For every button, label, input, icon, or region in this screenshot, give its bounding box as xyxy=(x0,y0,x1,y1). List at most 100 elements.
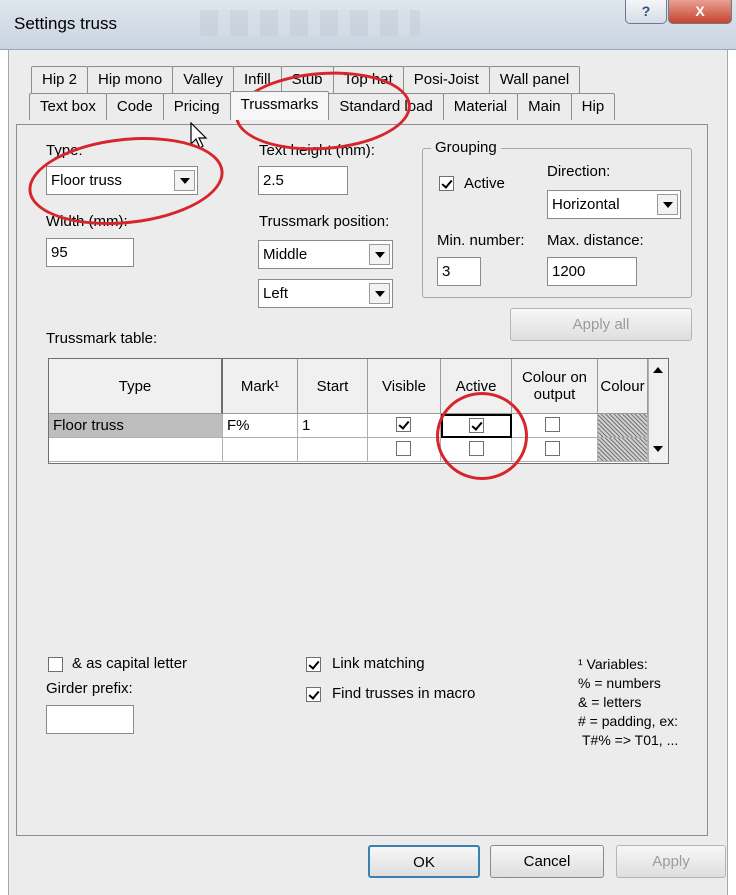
min-number-input[interactable]: 3 xyxy=(437,257,481,286)
row1-colour-on-output-checkbox[interactable] xyxy=(545,417,560,432)
grouping-legend: Grouping xyxy=(431,139,501,156)
alignment-select-value: Left xyxy=(263,285,289,302)
tab-valley[interactable]: Valley xyxy=(172,66,234,93)
table-cell-colour-on-output xyxy=(512,438,598,462)
text-height-label: Text height (mm): xyxy=(259,142,375,159)
row1-visible-checkbox[interactable] xyxy=(396,417,411,432)
tab-wall-panel[interactable]: Wall panel xyxy=(488,66,581,93)
direction-label: Direction: xyxy=(547,163,611,180)
direction-select-value: Horizontal xyxy=(552,196,620,213)
chevron-down-icon[interactable] xyxy=(174,170,195,191)
column-header-visible[interactable]: Visible xyxy=(368,359,441,414)
width-input[interactable]: 95 xyxy=(46,238,134,267)
row1-colour-swatch[interactable] xyxy=(598,414,648,438)
find-trusses-label: Find trusses in macro xyxy=(332,685,476,702)
table-cell-start[interactable]: 1 xyxy=(298,414,368,438)
apply-button[interactable]: Apply xyxy=(616,845,726,878)
chevron-down-icon[interactable] xyxy=(369,244,390,265)
tab-material[interactable]: Material xyxy=(442,93,519,120)
table-scrollbar[interactable] xyxy=(648,359,668,463)
max-distance-label: Max. distance: xyxy=(547,232,644,249)
variables-line-padding: # = padding, ex: xyxy=(578,713,679,729)
link-matching-label: Link matching xyxy=(332,655,425,672)
row2-active-checkbox[interactable] xyxy=(469,441,484,456)
tab-hip-mono[interactable]: Hip mono xyxy=(87,66,174,93)
type-select-value: Floor truss xyxy=(51,172,122,189)
tab-posi-joist[interactable]: Posi-Joist xyxy=(402,66,490,93)
row2-colour-swatch[interactable] xyxy=(598,438,648,462)
variables-legend: ¹ Variables: % = numbers & = letters # =… xyxy=(578,655,718,750)
column-header-active[interactable]: Active xyxy=(441,359,512,414)
cancel-button[interactable]: Cancel xyxy=(490,845,604,878)
table-cell-mark[interactable]: F% xyxy=(223,414,298,438)
table-cell-colour-on-output xyxy=(512,414,598,438)
ok-button[interactable]: OK xyxy=(368,845,480,878)
window-title: Settings truss xyxy=(14,14,117,33)
trussmark-table: Type Mark¹ Start Visible Active Colour o… xyxy=(48,358,669,464)
tab-pricing[interactable]: Pricing xyxy=(162,93,231,120)
trussmark-table-label: Trussmark table: xyxy=(46,330,158,347)
grouping-active-label: Active xyxy=(464,175,505,192)
tab-stub[interactable]: Stub xyxy=(280,66,334,93)
mouse-pointer-icon xyxy=(190,122,208,149)
width-label: Width (mm): xyxy=(46,213,128,230)
tab-code[interactable]: Code xyxy=(105,93,164,120)
min-number-label: Min. number: xyxy=(437,232,525,249)
row2-visible-checkbox[interactable] xyxy=(396,441,411,456)
title-bar-toolbar-blur xyxy=(200,10,420,36)
chevron-down-icon[interactable] xyxy=(657,194,678,215)
table-cell-active xyxy=(441,414,512,438)
chevron-down-icon[interactable] xyxy=(369,283,390,304)
table-cell-start[interactable] xyxy=(298,438,368,462)
column-header-start[interactable]: Start xyxy=(298,359,368,414)
variables-line-numbers: % = numbers xyxy=(578,675,661,691)
position-select[interactable]: Middle xyxy=(258,240,393,269)
tab-text-box[interactable]: Text box xyxy=(29,93,107,120)
position-select-value: Middle xyxy=(263,246,308,263)
row1-active-checkbox[interactable] xyxy=(469,418,484,433)
column-header-colour-on-output[interactable]: Colour on output xyxy=(512,359,598,414)
row2-colour-on-output-checkbox[interactable] xyxy=(545,441,560,456)
table-cell-visible xyxy=(368,438,441,462)
variables-title: ¹ Variables: xyxy=(578,656,648,672)
table-cell-type[interactable] xyxy=(49,438,223,462)
table-cell-visible xyxy=(368,414,441,438)
help-button[interactable]: ? xyxy=(625,0,667,24)
column-header-colour[interactable]: Colour xyxy=(598,359,648,414)
tab-main[interactable]: Main xyxy=(517,93,572,120)
alignment-select[interactable]: Left xyxy=(258,279,393,308)
direction-select[interactable]: Horizontal xyxy=(547,190,681,219)
tab-top-hat[interactable]: Top hat xyxy=(332,66,404,93)
text-height-input[interactable]: 2.5 xyxy=(258,166,348,195)
position-label: Trussmark position: xyxy=(259,213,390,230)
variables-line-example: T#% => T01, ... xyxy=(582,732,679,748)
title-bar: Settings truss ? X xyxy=(0,0,736,50)
capital-letter-label: & as capital letter xyxy=(72,655,188,672)
table-cell-type[interactable]: Floor truss xyxy=(49,414,223,438)
tab-infill[interactable]: Infill xyxy=(232,66,282,93)
variables-line-letters: & = letters xyxy=(578,694,642,710)
apply-all-button[interactable]: Apply all xyxy=(510,308,692,341)
girder-prefix-input[interactable] xyxy=(46,705,134,734)
table-cell-mark[interactable] xyxy=(223,438,298,462)
tab-standard-load[interactable]: Standard load xyxy=(328,93,444,120)
column-header-type[interactable]: Type xyxy=(49,359,223,414)
tabs-top-row: Hip 2 Hip mono Valley Infill Stub Top ha… xyxy=(31,66,581,93)
type-select[interactable]: Floor truss xyxy=(46,166,198,195)
find-trusses-checkbox[interactable] xyxy=(306,687,321,702)
close-button[interactable]: X xyxy=(668,0,732,24)
tab-trussmarks[interactable]: Trussmarks xyxy=(229,91,330,120)
max-distance-input[interactable]: 1200 xyxy=(547,257,637,286)
capital-letter-checkbox[interactable] xyxy=(48,657,63,672)
tabs-bottom-row: Text box Code Pricing Trussmarks Standar… xyxy=(29,91,616,120)
tab-hip-2[interactable]: Hip 2 xyxy=(31,66,89,93)
table-cell-active xyxy=(441,438,512,462)
girder-prefix-label: Girder prefix: xyxy=(46,680,133,697)
grouping-active-checkbox[interactable] xyxy=(439,176,454,191)
link-matching-checkbox[interactable] xyxy=(306,657,321,672)
scroll-up-icon[interactable] xyxy=(649,361,668,381)
scroll-down-icon[interactable] xyxy=(649,439,668,459)
type-label: Type: xyxy=(46,142,83,159)
column-header-mark[interactable]: Mark¹ xyxy=(223,359,298,414)
tab-hip[interactable]: Hip xyxy=(570,93,616,120)
